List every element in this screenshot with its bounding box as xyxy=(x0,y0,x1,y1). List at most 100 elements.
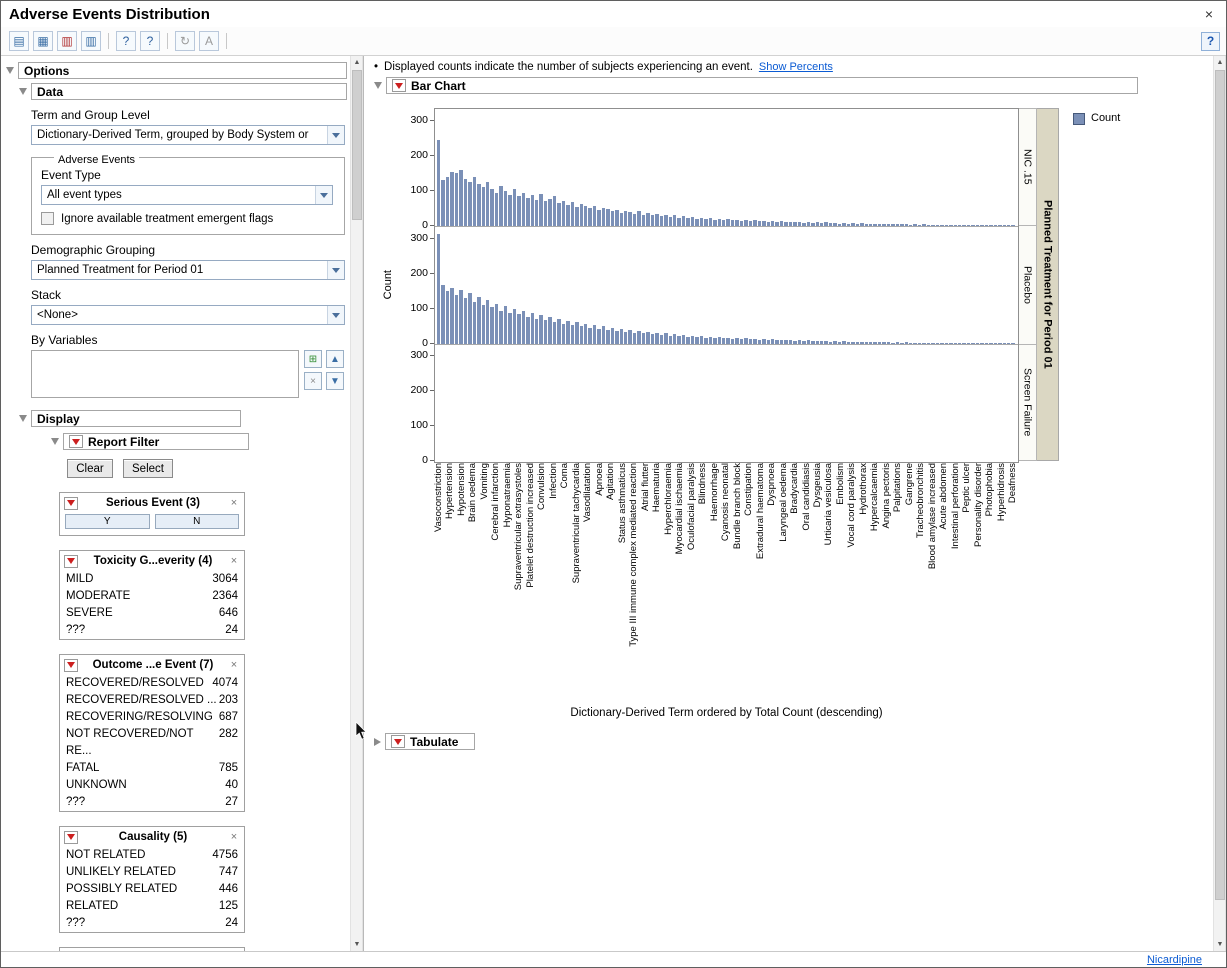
bar[interactable] xyxy=(473,177,476,226)
add-by-variable-button[interactable]: ⊞ xyxy=(304,350,322,368)
bar[interactable] xyxy=(562,324,565,344)
bar[interactable] xyxy=(526,198,529,226)
bar[interactable] xyxy=(615,331,618,344)
filter-close-icon[interactable]: × xyxy=(228,555,240,567)
bar[interactable] xyxy=(539,315,542,344)
bar[interactable] xyxy=(900,224,903,226)
bar[interactable] xyxy=(842,341,845,344)
bar[interactable] xyxy=(816,341,819,344)
bar[interactable] xyxy=(869,224,872,226)
bar[interactable] xyxy=(753,339,756,344)
bar[interactable] xyxy=(664,215,667,226)
bar[interactable] xyxy=(495,193,498,226)
bar[interactable] xyxy=(775,340,778,344)
bar[interactable] xyxy=(482,305,485,344)
bar[interactable] xyxy=(838,342,841,344)
bar[interactable] xyxy=(535,200,538,226)
bar[interactable] xyxy=(940,343,943,344)
bar[interactable] xyxy=(896,224,899,226)
bar[interactable] xyxy=(660,216,663,226)
bar[interactable] xyxy=(922,343,925,344)
bar[interactable] xyxy=(522,311,525,344)
chart-panel[interactable] xyxy=(435,109,1018,227)
bar[interactable] xyxy=(949,225,952,226)
bar[interactable] xyxy=(437,140,440,226)
data-table-icon[interactable]: ▥ xyxy=(57,31,77,51)
bar[interactable] xyxy=(535,319,538,344)
bar[interactable] xyxy=(931,343,934,344)
bar[interactable] xyxy=(860,342,863,344)
filter-item-row[interactable]: ???24 xyxy=(60,622,244,639)
bar[interactable] xyxy=(508,313,511,344)
bar[interactable] xyxy=(477,297,480,344)
bar[interactable] xyxy=(824,341,827,344)
bar[interactable] xyxy=(490,307,493,344)
bar[interactable] xyxy=(927,343,930,344)
bar[interactable] xyxy=(780,340,783,344)
bar[interactable] xyxy=(1003,225,1006,226)
bar[interactable] xyxy=(718,219,721,226)
bar[interactable] xyxy=(455,173,458,226)
bar[interactable] xyxy=(455,295,458,344)
move-up-button[interactable]: ▲ xyxy=(326,350,344,368)
bar[interactable] xyxy=(486,182,489,226)
bar[interactable] xyxy=(664,333,667,344)
bar[interactable] xyxy=(878,342,881,344)
bar[interactable] xyxy=(909,343,912,344)
bar[interactable] xyxy=(771,221,774,226)
bar[interactable] xyxy=(962,343,965,344)
demographic-grouping-select[interactable]: Planned Treatment for Period 01 xyxy=(31,260,345,280)
bar[interactable] xyxy=(486,300,489,344)
bar[interactable] xyxy=(753,220,756,226)
bar[interactable] xyxy=(891,343,894,344)
bar[interactable] xyxy=(905,224,908,226)
red-triangle-menu-icon[interactable] xyxy=(64,555,78,568)
help-icon[interactable]: ? xyxy=(1201,32,1220,51)
bar[interactable] xyxy=(905,342,908,344)
bar[interactable] xyxy=(784,222,787,226)
bar[interactable] xyxy=(896,342,899,344)
bar[interactable] xyxy=(940,225,943,226)
clear-button[interactable]: Clear xyxy=(67,459,113,478)
bar[interactable] xyxy=(544,320,547,344)
bar[interactable] xyxy=(615,210,618,226)
bar[interactable] xyxy=(865,224,868,226)
bar[interactable] xyxy=(909,225,912,226)
bar[interactable] xyxy=(571,202,574,226)
red-triangle-menu-icon[interactable] xyxy=(69,435,83,448)
bar[interactable] xyxy=(731,339,734,344)
ignore-flags-checkbox[interactable] xyxy=(41,212,54,225)
bar[interactable] xyxy=(726,219,729,226)
bar[interactable] xyxy=(691,336,694,344)
bar[interactable] xyxy=(682,216,685,226)
bar[interactable] xyxy=(1007,225,1010,226)
bar[interactable] xyxy=(838,224,841,226)
bar[interactable] xyxy=(646,332,649,344)
bar[interactable] xyxy=(593,325,596,344)
bar[interactable] xyxy=(606,330,609,344)
bar[interactable] xyxy=(548,199,551,226)
bar[interactable] xyxy=(967,225,970,226)
bar[interactable] xyxy=(740,339,743,344)
bar[interactable] xyxy=(522,193,525,226)
bar[interactable] xyxy=(758,221,761,226)
bar[interactable] xyxy=(789,222,792,226)
bar[interactable] xyxy=(989,225,992,226)
bar[interactable] xyxy=(856,342,859,344)
bar[interactable] xyxy=(450,288,453,344)
bar[interactable] xyxy=(713,220,716,226)
filter-item-row[interactable]: ???24 xyxy=(60,915,244,932)
bar[interactable] xyxy=(597,210,600,226)
bar[interactable] xyxy=(833,341,836,344)
journal-icon[interactable]: ▦ xyxy=(33,31,53,51)
help-bubble-icon[interactable]: ? xyxy=(140,31,160,51)
bar[interactable] xyxy=(793,341,796,344)
bar[interactable] xyxy=(816,222,819,226)
bar[interactable] xyxy=(513,189,516,226)
bar[interactable] xyxy=(771,339,774,344)
bar[interactable] xyxy=(646,213,649,226)
bar[interactable] xyxy=(504,191,507,226)
bar[interactable] xyxy=(704,219,707,226)
bar[interactable] xyxy=(873,342,876,344)
chart-panel[interactable] xyxy=(435,227,1018,345)
